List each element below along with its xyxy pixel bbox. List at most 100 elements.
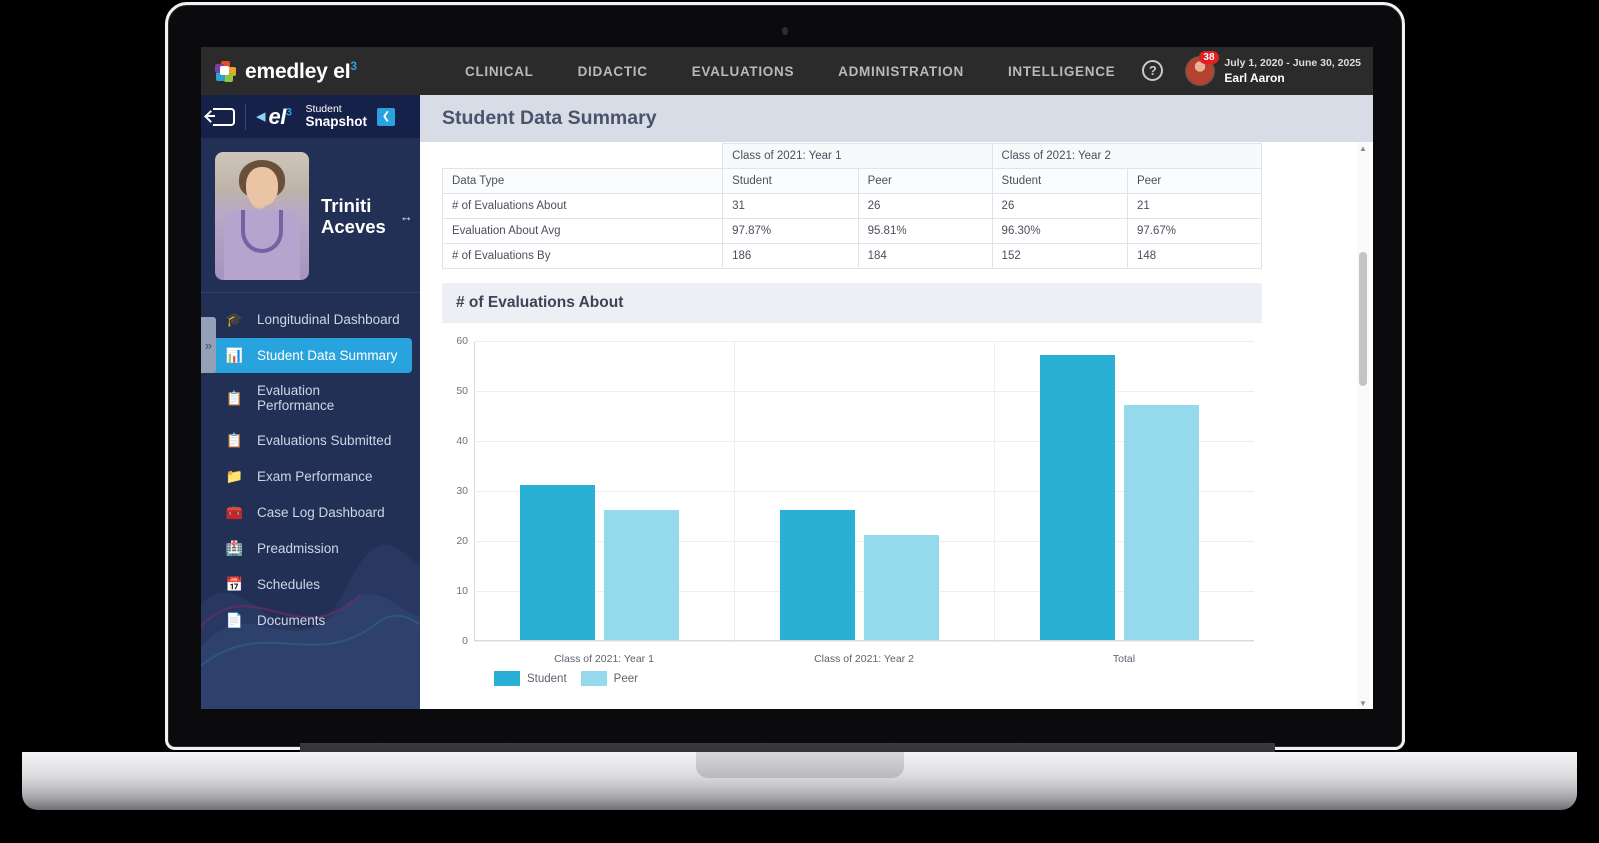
graduation-cap-icon: 🎓 [225, 311, 244, 327]
page-header: Student Data Summary [420, 95, 1373, 142]
sidebar-item-evaluation-performance[interactable]: 📋 Evaluation Performance [209, 374, 412, 422]
sidebar-item-preadmission[interactable]: 🏥 Preadmission [209, 531, 412, 566]
sidebar-header: ◂ eI3 Student Snapshot ❮ [201, 95, 420, 138]
bar-student-1[interactable] [779, 510, 855, 640]
nav-item-administration[interactable]: ADMINISTRATION [838, 64, 964, 79]
date-range-label: July 1, 2020 - June 30, 2025 [1224, 56, 1361, 69]
brand-logo[interactable]: emedley eI3 [201, 59, 459, 84]
compare-students-icon[interactable]: ↔ [400, 209, 413, 224]
cell-value: 21 [1126, 193, 1263, 219]
y-axis-tick-label: 30 [456, 485, 468, 497]
sidebar-item-label: Documents [257, 613, 326, 628]
legend-label: Student [527, 672, 567, 685]
legend-item-student[interactable]: Student [494, 671, 567, 686]
top-navigation-bar: emedley eI3 CLINICAL DIDACTIC EVALUATION… [201, 47, 1373, 95]
nav-item-didactic[interactable]: DIDACTIC [578, 64, 648, 79]
folder-icon: 📁 [225, 468, 244, 484]
scroll-up-arrow[interactable]: ▲ [1357, 142, 1369, 154]
notification-badge[interactable]: 38 [1199, 50, 1219, 65]
document-icon: 📄 [225, 612, 244, 628]
category-separator [994, 341, 995, 641]
chart-title: # of Evaluations About [456, 294, 624, 311]
scrollbar-thumb[interactable] [1359, 252, 1367, 386]
table-row: # of Evaluations About 31 26 26 21 [441, 193, 1263, 219]
cell-value: 97.67% [1126, 218, 1263, 244]
hospital-icon: 🏥 [225, 540, 244, 556]
chart-title-bar: # of Evaluations About [442, 283, 1262, 323]
cell-value: 97.87% [722, 218, 859, 244]
cell-value: 95.81% [857, 218, 993, 244]
column-header-y1-student: Student [722, 168, 859, 194]
legend-item-peer[interactable]: Peer [580, 671, 638, 686]
cell-data-type: # of Evaluations About [441, 193, 724, 219]
y-axis-tick-label: 60 [456, 335, 468, 347]
main-content: Student Data Summary Class of 2021: Year… [420, 95, 1373, 709]
scroll-down-arrow[interactable]: ▼ [1357, 697, 1369, 709]
sidebar-item-evaluations-submitted[interactable]: 📋 Evaluations Submitted [209, 423, 412, 458]
legend-label: Peer [613, 672, 638, 685]
laptop-base-notch [695, 752, 904, 778]
webcam-icon [782, 27, 788, 35]
cell-value: 186 [722, 243, 859, 269]
avatar[interactable]: 38 [1185, 50, 1219, 86]
bar-chart-icon: 📊 [225, 347, 244, 363]
vertical-scrollbar[interactable]: ▲ ▼ [1357, 142, 1369, 709]
topbar-right-cluster: ? 38 July 1, 2020 - June 30, 2025 Earl A… [1142, 50, 1361, 86]
student-name-line2: Aceves [321, 216, 386, 237]
legend-swatch-peer [580, 671, 607, 686]
help-icon[interactable]: ? [1142, 60, 1164, 82]
scrollable-content: Class of 2021: Year 1 Class of 2021: Yea… [420, 142, 1373, 709]
sidebar: ◂ eI3 Student Snapshot ❮ Triniti Aceves … [201, 95, 420, 709]
group-header-year1: Class of 2021: Year 1 [722, 143, 993, 169]
column-header-y1-peer: Peer [857, 168, 993, 194]
bar-student-2[interactable] [1039, 355, 1115, 640]
ei3-mark-icon: ◂ [256, 106, 266, 127]
gridline [474, 341, 1254, 342]
cell-value: 31 [722, 193, 859, 219]
medical-case-icon: 🧰 [225, 504, 244, 520]
cell-value: 96.30% [991, 218, 1128, 244]
bar-peer-0[interactable] [604, 510, 680, 640]
x-axis-tick-label: Total [1112, 653, 1136, 665]
cell-data-type: # of Evaluations By [441, 243, 724, 269]
collapse-sidebar-button[interactable]: ❮ [377, 107, 396, 126]
sidebar-menu: 🎓 Longitudinal Dashboard 📊 Student Data … [201, 293, 420, 638]
nav-item-evaluations[interactable]: EVALUATIONS [692, 64, 794, 79]
clipboard-icon: 📋 [225, 389, 244, 406]
sidebar-item-label: Case Log Dashboard [257, 505, 385, 520]
ei3-logo-text: eI3 [268, 103, 292, 129]
ei3-logo: ◂ eI3 [256, 104, 292, 130]
nav-item-intelligence[interactable]: INTELLIGENCE [1008, 64, 1115, 79]
table-group-header-row: Class of 2021: Year 1 Class of 2021: Yea… [442, 143, 1263, 169]
back-arrow-icon[interactable] [206, 107, 235, 126]
bar-student-0[interactable] [519, 485, 595, 640]
nav-item-clinical[interactable]: CLINICAL [465, 64, 534, 79]
table-row: Evaluation About Avg 97.87% 95.81% 96.30… [441, 218, 1263, 244]
user-name-label: Earl Aaron [1224, 70, 1285, 85]
group-header-blank [442, 143, 724, 169]
sidebar-item-label: Evaluations Submitted [257, 433, 392, 448]
sidebar-expand-handle[interactable]: » [201, 317, 216, 373]
calendar-icon: 📅 [225, 576, 244, 592]
chart-card: # of Evaluations About 0 10 20 30 40 50 60 Clas… [442, 283, 1262, 686]
cell-value: 184 [857, 243, 993, 269]
bar-peer-2[interactable] [1124, 405, 1200, 640]
sidebar-item-documents[interactable]: 📄 Documents [209, 603, 412, 638]
cell-value: 148 [1126, 243, 1263, 269]
sidebar-item-label: Exam Performance [257, 469, 373, 484]
sidebar-item-exam-performance[interactable]: 📁 Exam Performance [209, 459, 412, 494]
category-separator [734, 341, 735, 641]
sidebar-item-case-log-dashboard[interactable]: 🧰 Case Log Dashboard [209, 495, 412, 530]
laptop-frame: emedley eI3 CLINICAL DIDACTIC EVALUATION… [165, 2, 1405, 750]
sidebar-item-student-data-summary[interactable]: 📊 Student Data Summary [209, 338, 412, 373]
sidebar-item-schedules[interactable]: 📅 Schedules [209, 567, 412, 602]
student-name-line1: Triniti [321, 194, 372, 216]
group-header-year2: Class of 2021: Year 2 [991, 143, 1263, 169]
sidebar-item-label: Longitudinal Dashboard [257, 312, 400, 327]
sidebar-item-longitudinal-dashboard[interactable]: 🎓 Longitudinal Dashboard [209, 302, 412, 337]
user-menu[interactable]: 38 July 1, 2020 - June 30, 2025 Earl Aar… [1185, 50, 1361, 86]
gridline [474, 641, 1254, 642]
bar-peer-1[interactable] [864, 535, 940, 640]
column-header-y2-peer: Peer [1126, 168, 1263, 194]
chart-legend: Student Peer [494, 671, 1262, 686]
